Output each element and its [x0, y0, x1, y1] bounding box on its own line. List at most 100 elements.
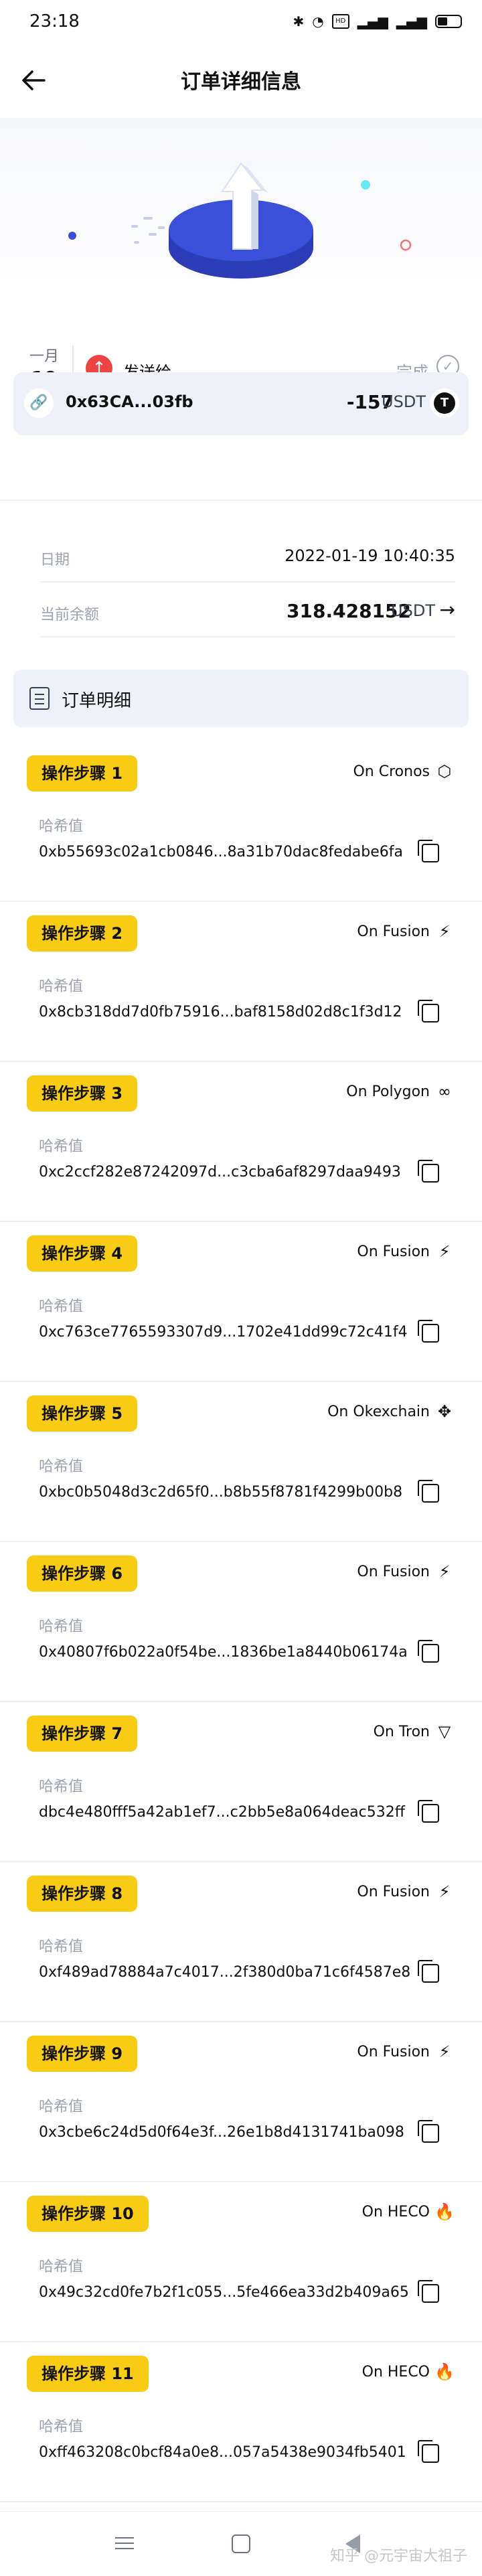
hash-label: 哈希值: [39, 2259, 84, 2275]
page-title: 订单详细信息: [181, 70, 301, 94]
step-row: 操作步骤 5 On Okexchain ✥ 哈希值 0xbc0b5048d3c2d65f…: [0, 1382, 482, 1542]
hash-value: 0xf489ad78884a7c4017...2f380d0ba71c6f458…: [39, 1964, 411, 1981]
step-row: 操作步骤 11 On HECO 🔥 哈希值 0xff463208c0bcf84a0e8.…: [0, 2342, 482, 2502]
hash-value: dbc4e480fff5a42ab1ef7...c2bb5e8a064deac5…: [39, 1804, 405, 1821]
order-details-title: 订单明细: [62, 691, 132, 711]
copy-icon[interactable]: [418, 1640, 439, 1663]
hash-value: 0x49c32cd0fe7b2f1c055...5fe466ea33d2b409…: [39, 2284, 409, 2301]
address-bar[interactable]: 🔗 0x63CA...03fb -157 USDT: [13, 372, 469, 435]
chain-label: On Fusion: [357, 1243, 430, 1260]
chain-label: On HECO: [362, 2364, 430, 2380]
step-row: 操作步骤 3 On Polygon ∞ 哈希值 0xc2ccf282e87242097d…: [0, 1062, 482, 1222]
send-illustration: [68, 162, 412, 279]
chain-label: On Cronos: [353, 763, 430, 780]
chain-label: On Fusion: [357, 2044, 430, 2060]
section-divider: [0, 500, 482, 501]
chain-label: On HECO: [362, 2204, 430, 2220]
chain-label: On Polygon: [346, 1083, 430, 1100]
step-badge: 操作步骤 4: [27, 1235, 138, 1272]
balance-unit: USDT: [391, 601, 435, 620]
hero-illustration: [0, 118, 482, 319]
fusion-icon: ⚡: [438, 1882, 451, 1901]
copy-icon[interactable]: [418, 1000, 439, 1022]
hash-label: 哈希值: [39, 818, 84, 835]
date-row: 日期 2022-01-19 10:40:35: [40, 529, 455, 583]
hash-value: 0xc2ccf282e87242097d...c3cba6af8297daa94…: [39, 1164, 401, 1181]
hash-value: 0xc763ce7765593307d9...1702e41dd99c72c41…: [39, 1324, 408, 1341]
back-arrow-icon[interactable]: [19, 66, 48, 95]
hash-value: 0xbc0b5048d3c2d65f0...b8b55f8781f4299b00…: [39, 1484, 403, 1501]
date-month: 一月: [29, 348, 59, 365]
hash-value: 0xb55693c02a1cb0846...8a31b70dac8fedabe6…: [39, 844, 403, 860]
fusion-icon: ⚡: [438, 1242, 451, 1261]
okexchain-icon: ✥: [437, 1402, 452, 1421]
status-time: 23:18: [29, 11, 80, 31]
home-icon[interactable]: [232, 2534, 250, 2553]
cronos-icon: ⬡: [437, 762, 452, 781]
copy-icon[interactable]: [418, 1320, 439, 1343]
heco-icon: 🔥: [434, 2202, 455, 2221]
hash-label: 哈希值: [39, 1458, 84, 1475]
hash-label: 哈希值: [39, 978, 84, 995]
step-row: 操作步骤 1 On Cronos ⬡ 哈希值 0xb55693c02a1cb0846..…: [0, 742, 482, 902]
hash-value: 0x3cbe6c24d5d0f64e3f...26e1b8d4131741ba0…: [39, 2124, 404, 2141]
system-nav-bar: 知乎 @元宇宙大祖子: [0, 2511, 482, 2576]
balance-label: 当前余额: [40, 607, 100, 623]
hash-value: 0xff463208c0bcf84a0e8...057a5438e9034fb5…: [39, 2444, 406, 2461]
step-badge: 操作步骤 11: [27, 2356, 149, 2392]
battery-icon: [435, 15, 462, 28]
step-row: 操作步骤 4 On Fusion ⚡ 哈希值 0xc763ce7765593307d9.…: [0, 1222, 482, 1382]
chain-label: On Fusion: [357, 1564, 430, 1580]
step-badge: 操作步骤 1: [27, 755, 138, 791]
copy-icon[interactable]: [418, 2120, 439, 2143]
fusion-icon: ⚡: [438, 922, 451, 941]
balance-row[interactable]: 当前余额 318.428152 USDT →: [40, 584, 455, 637]
status-icons: ✱ ◔ HD ▂▄▆ ▂▄▆: [293, 13, 462, 29]
transfer-unit: USDT: [382, 392, 426, 411]
step-badge: 操作步骤 7: [27, 1716, 138, 1752]
fusion-icon: ⚡: [438, 1562, 451, 1581]
step-badge: 操作步骤 3: [27, 1075, 138, 1112]
hash-value: 0x8cb318dd7d0fb75916...baf8158d02d8c1f3d…: [39, 1004, 402, 1020]
status-bar: 23:18 ✱ ◔ HD ▂▄▆ ▂▄▆: [0, 0, 482, 43]
step-badge: 操作步骤 2: [27, 915, 138, 952]
usdt-token-icon: [430, 388, 459, 418]
copy-icon[interactable]: [418, 2440, 439, 2463]
fusion-icon: ⚡: [438, 2042, 451, 2061]
wifi-icon: ◔: [312, 13, 324, 29]
hash-label: 哈希值: [39, 1138, 84, 1155]
polygon-icon: ∞: [438, 1082, 451, 1101]
hash-label: 哈希值: [39, 2099, 84, 2115]
copy-icon[interactable]: [418, 1480, 439, 1503]
watermark: 知乎 @元宇宙大祖子: [330, 2548, 467, 2565]
chain-label: On Fusion: [357, 923, 430, 940]
hash-label: 哈希值: [39, 1778, 84, 1795]
menu-icon[interactable]: [115, 2537, 134, 2549]
signal-icon-2: ▂▄▆: [396, 13, 427, 29]
copy-icon[interactable]: [418, 1160, 439, 1183]
step-badge: 操作步骤 10: [27, 2196, 149, 2232]
network-type-badge: HD: [331, 14, 349, 29]
step-row: 操作步骤 9 On Fusion ⚡ 哈希值 0x3cbe6c24d5d0f64e3f.…: [0, 2022, 482, 2182]
step-badge: 操作步骤 6: [27, 1556, 138, 1592]
chain-label: On Okexchain: [327, 1404, 430, 1420]
step-row: 操作步骤 10 On HECO 🔥 哈希值 0x49c32cd0fe7b2f1c055.…: [0, 2182, 482, 2342]
link-icon: 🔗: [24, 388, 54, 418]
hash-label: 哈希值: [39, 2419, 84, 2435]
copy-icon[interactable]: [418, 1960, 439, 1983]
arrow-right-icon[interactable]: →: [440, 599, 455, 621]
copy-icon[interactable]: [418, 2280, 439, 2303]
step-badge: 操作步骤 9: [27, 2036, 138, 2072]
copy-icon[interactable]: [418, 1800, 439, 1823]
hash-label: 哈希值: [39, 1618, 84, 1635]
chain-label: On Fusion: [357, 1884, 430, 1900]
hash-label: 哈希值: [39, 1939, 84, 1955]
step-row: 操作步骤 7 On Tron ▽ 哈希值 dbc4e480fff5a42ab1ef7..…: [0, 1702, 482, 1862]
step-badge: 操作步骤 8: [27, 1876, 138, 1912]
hash-label: 哈希值: [39, 1298, 84, 1315]
copy-icon[interactable]: [418, 840, 439, 862]
document-icon: [29, 687, 50, 710]
step-badge: 操作步骤 5: [27, 1395, 138, 1432]
recipient-address: 0x63CA...03fb: [66, 392, 193, 411]
step-row: 操作步骤 2 On Fusion ⚡ 哈希值 0x8cb318dd7d0fb75916.…: [0, 902, 482, 1062]
